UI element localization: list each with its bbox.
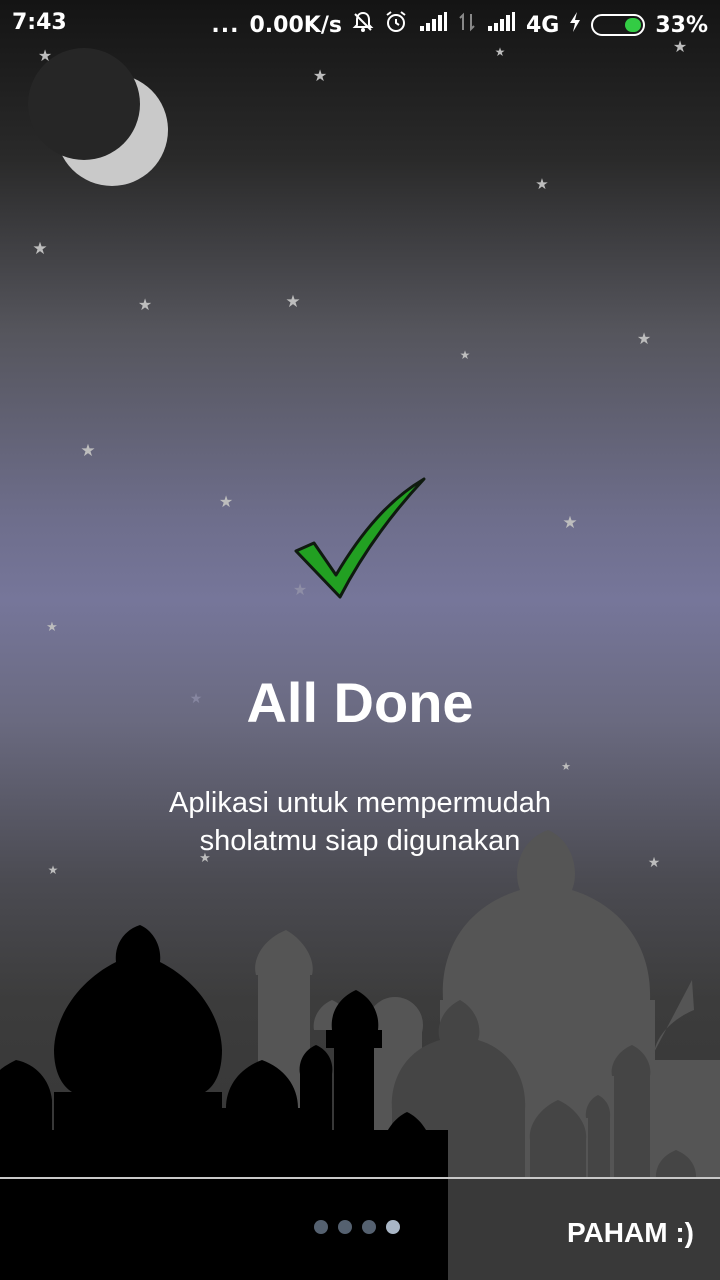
star-icon: ★ [313,68,327,85]
status-net-speed: 0.00K/s [249,12,342,38]
data-transfer-icon [458,12,476,38]
battery-icon [591,14,646,36]
star-icon: ★ [637,331,651,348]
bottom-navigation-bar: PAHAM :) [0,1179,720,1280]
status-battery-percent: 33% [655,12,708,38]
page-indicator [314,1220,400,1234]
star-icon: ★ [48,863,59,877]
page-title: All Done [246,671,474,734]
subtitle-line: sholatmu siap digunakan [199,825,521,857]
star-icon: ★ [38,48,52,65]
alarm-icon [384,10,408,40]
onboarding-screen: ★ ★ ★ ★ ★ ★ ★ ★ ★ ★ ★ ★ ★ ★ ★ ★ ★ ★ ★ ★ [0,0,720,1280]
checkmark-icon [294,477,426,599]
star-icon: ★ [219,494,233,511]
star-icon: ★ [460,348,471,362]
star-icon: ★ [648,854,661,870]
night-sky-background: ★ ★ ★ ★ ★ ★ ★ ★ ★ ★ ★ ★ ★ ★ ★ ★ ★ ★ ★ ★ [0,39,720,1180]
notifications-muted-icon [352,11,374,39]
star-icon: ★ [562,513,577,532]
signal-icon [418,12,448,38]
page-indicator-dot[interactable] [362,1220,376,1234]
star-icon: ★ [32,239,47,258]
page-indicator-dot-active[interactable] [386,1220,400,1234]
status-network-type: 4G [525,12,560,38]
star-icon: ★ [285,292,300,311]
subtitle-line: Aplikasi untuk mempermudah [168,787,551,819]
star-icon: ★ [46,619,58,634]
status-overflow: ... [211,12,240,38]
star-icon: ★ [80,441,95,460]
star-icon: ★ [138,297,152,314]
status-indicators: ... 0.00K/s 4G 33% [211,10,708,40]
status-bar: 7:43 ... 0.00K/s 4G 33% [0,0,720,50]
page-subtitle: Aplikasi untuk mempermudah sholatmu siap… [110,784,610,860]
star-icon: ★ [561,761,571,773]
page-indicator-dot[interactable] [314,1220,328,1234]
done-button[interactable]: PAHAM :) [567,1217,694,1249]
star-icon: ★ [535,176,548,193]
signal-icon [486,12,516,38]
page-indicator-dot[interactable] [338,1220,352,1234]
charging-icon [569,12,581,38]
status-time: 7:43 [12,10,67,35]
crescent-moon-icon [28,48,168,186]
